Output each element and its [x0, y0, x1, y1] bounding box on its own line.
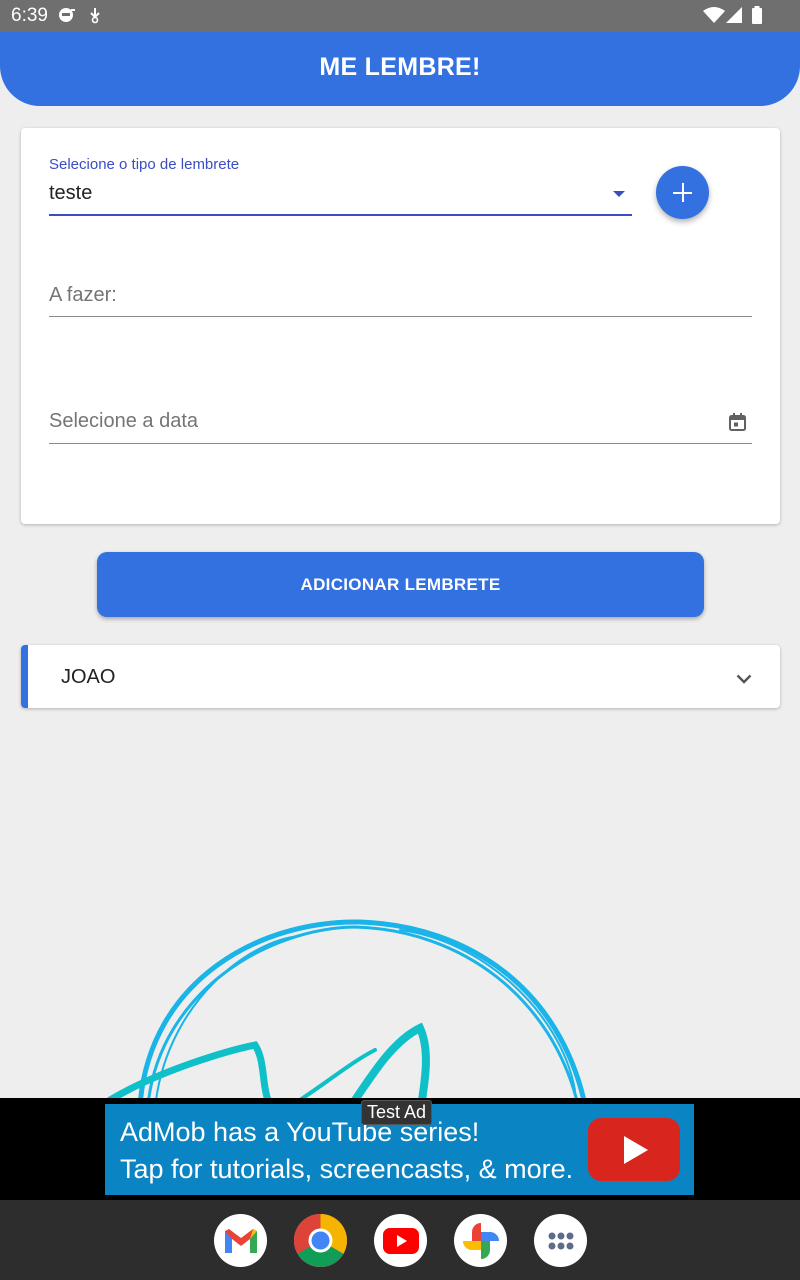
select-underline: [49, 214, 632, 216]
date-placeholder: Selecione a data: [49, 410, 199, 432]
reminder-type-label: Selecione o tipo de lembrete: [49, 156, 240, 173]
app-bar: ME LEMBRE!: [0, 32, 800, 106]
signal-icon: [726, 7, 742, 28]
gmail-icon[interactable]: [214, 1214, 267, 1267]
add-type-button[interactable]: [656, 166, 709, 219]
plus-icon-vertical: [681, 183, 684, 202]
youtube-icon[interactable]: [374, 1214, 427, 1267]
dropdown-arrow-icon[interactable]: [613, 191, 625, 197]
download-icon: [87, 6, 103, 29]
app-drawer-icon[interactable]: [534, 1214, 587, 1267]
status-time: 6:39: [11, 5, 48, 26]
app-title: ME LEMBRE!: [319, 52, 481, 81]
notification-icon: [57, 6, 77, 29]
list-item-title: JOAO: [61, 666, 116, 688]
reminder-form-card: Selecione o tipo de lembrete teste Selec…: [21, 128, 780, 524]
app-logo: [0, 900, 800, 1108]
test-ad-tag: Test Ad: [361, 1100, 433, 1125]
list-item-accent: [21, 645, 28, 708]
date-field[interactable]: Selecione a data: [49, 402, 752, 444]
todo-input[interactable]: [49, 274, 752, 317]
photos-icon[interactable]: [454, 1214, 507, 1267]
chrome-icon[interactable]: [294, 1214, 347, 1267]
calendar-icon[interactable]: [729, 413, 746, 436]
battery-icon: [751, 6, 763, 29]
list-item[interactable]: JOAO: [21, 645, 780, 708]
ad-container: AdMob has a YouTube series! Tap for tuto…: [0, 1098, 800, 1200]
status-bar: 6:39: [0, 0, 800, 32]
ad-subline: Tap for tutorials, screencasts, & more.: [120, 1154, 574, 1184]
system-dock: [0, 1200, 800, 1280]
add-reminder-button[interactable]: ADICIONAR LEMBRETE: [97, 552, 704, 617]
chevron-down-icon[interactable]: [736, 671, 752, 689]
wifi-icon: [703, 7, 725, 28]
reminder-type-value[interactable]: teste: [49, 182, 92, 205]
youtube-logo-icon: [588, 1118, 680, 1186]
